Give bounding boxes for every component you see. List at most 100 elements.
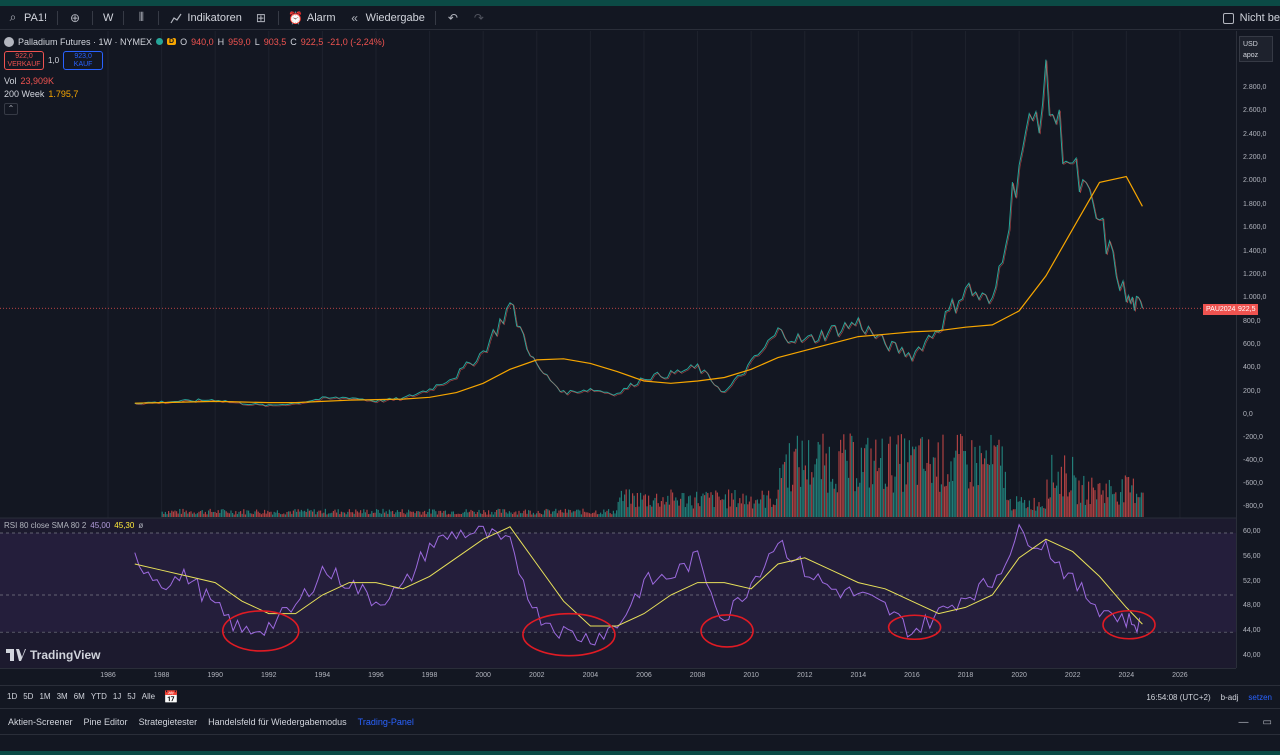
price-axis-label: 1.000,0 — [1243, 294, 1267, 302]
price-axis-label: 0,0 — [1243, 411, 1253, 418]
date-range-icon[interactable]: 📅 — [164, 690, 179, 704]
volume-bar — [462, 512, 464, 517]
bottom-tab[interactable]: Pine Editor — [82, 717, 137, 727]
rsi-axis-label: 56,00 — [1243, 552, 1261, 560]
volume-bar — [982, 464, 984, 517]
volume-bar — [833, 488, 835, 517]
volume-bar — [310, 510, 312, 517]
volume-bar — [414, 513, 416, 517]
volume-bar — [585, 512, 587, 517]
volume-bar — [587, 512, 589, 517]
set-link[interactable]: setzen — [1248, 693, 1272, 702]
range-button[interactable]: YTD — [88, 692, 110, 701]
volume-bar — [1086, 499, 1088, 517]
minimize-icon[interactable]: — — [1239, 717, 1249, 728]
volume-bar — [718, 496, 720, 517]
volume-bar — [519, 513, 522, 517]
replay-button[interactable]: « Wiedergabe — [342, 6, 431, 30]
volume-bar — [515, 511, 517, 517]
volume-bar — [547, 509, 549, 517]
volume-bar — [1023, 499, 1026, 517]
volume-bar — [355, 509, 357, 517]
templates-button[interactable]: ⊞ — [248, 6, 274, 30]
currency-selector[interactable]: USD apoz — [1239, 36, 1273, 62]
bottom-tab[interactable]: Strategietester — [137, 717, 207, 727]
volume-bar — [238, 511, 240, 517]
volume-bar — [899, 463, 901, 517]
collapse-legend-button[interactable]: ⌃ — [4, 103, 18, 115]
volume-bar — [655, 493, 658, 517]
alarm-button[interactable]: ⏰ Alarm — [283, 6, 342, 30]
redo-button[interactable]: ↷ — [466, 6, 492, 30]
volume-bar — [683, 493, 685, 517]
volume-bar — [777, 489, 779, 517]
volume-bar — [894, 476, 896, 517]
chart-type-button[interactable]: ⫴ — [128, 6, 154, 30]
price-axis-label: 2.800,0 — [1243, 84, 1267, 91]
volume-bar — [654, 497, 656, 517]
range-button[interactable]: 1D — [4, 692, 20, 701]
volume-bar — [1004, 471, 1006, 517]
volume-bar — [771, 506, 773, 517]
volume-bar — [596, 514, 598, 517]
volume-bar — [262, 513, 264, 517]
volume-bar — [233, 514, 235, 517]
main-chart[interactable] — [0, 31, 1236, 668]
volume-bar — [361, 513, 363, 517]
volume-bar — [334, 509, 336, 517]
rewind-icon: « — [351, 10, 358, 25]
symbol-search[interactable]: ⌕ PA1! — [0, 6, 53, 30]
range-button[interactable]: 1J — [110, 692, 124, 701]
volume-bar — [539, 513, 541, 517]
volume-bar — [347, 511, 349, 517]
buy-button[interactable]: 923,0 KAUF — [63, 51, 104, 70]
undo-button[interactable]: ↶ — [440, 6, 466, 30]
volume-bar — [161, 511, 163, 517]
volume-bar — [348, 509, 350, 517]
buy-price: 923,0 — [74, 53, 92, 60]
volume-bar — [209, 508, 211, 517]
volume-bar — [403, 513, 405, 517]
volume-bar — [689, 495, 691, 517]
price-axis[interactable]: 2.800,0 2.600,0 2.400,0 2.200,0 2.000,0 1.800… — [1236, 31, 1280, 668]
maximize-icon[interactable]: ▭ — [1263, 717, 1272, 728]
order-qty[interactable]: 1,0 — [48, 56, 59, 65]
range-button[interactable]: 1M — [36, 692, 53, 701]
year-label: 2006 — [636, 672, 652, 679]
checkbox[interactable] — [1222, 12, 1234, 24]
range-button[interactable]: 5D — [20, 692, 36, 701]
volume-bar — [991, 464, 994, 517]
volume-bar — [860, 447, 862, 517]
volume-bar — [318, 510, 320, 517]
compare-button[interactable]: ⊕ — [62, 6, 88, 30]
sell-button[interactable]: 922,0 VERKAUF — [4, 51, 44, 70]
year-label: 2020 — [1011, 672, 1027, 679]
volume-bar — [985, 450, 987, 517]
volume-bar — [425, 514, 427, 517]
volume-bar — [673, 500, 675, 517]
volume-bar — [1071, 456, 1074, 517]
range-button[interactable]: Alle — [139, 692, 158, 701]
volume-bar — [388, 509, 390, 517]
volume-bar — [375, 509, 378, 517]
range-button[interactable]: 6M — [71, 692, 88, 701]
bottom-tab[interactable]: Handelsfeld für Wiedergabemodus — [206, 717, 356, 727]
volume-bar — [420, 514, 422, 517]
adjust-toggle[interactable]: b-adj — [1221, 693, 1239, 702]
volume-bar — [788, 443, 790, 517]
interval-button[interactable]: W — [97, 6, 119, 30]
undo-icon: ↶ — [447, 10, 458, 25]
time-axis[interactable]: 1986 1988 1990 1992 1994 1996 1998 2000 2002 2004… — [0, 668, 1236, 685]
volume-bar — [1116, 501, 1118, 517]
bottom-tab[interactable]: Trading-Panel — [356, 717, 423, 727]
volume-bar — [772, 504, 774, 517]
toolbar-right-label: Nicht be — [1239, 12, 1280, 24]
price-axis-label: 2.600,0 — [1243, 107, 1267, 115]
range-button[interactable]: 3M — [54, 692, 71, 701]
volume-bar — [553, 511, 555, 517]
volume-bar — [747, 504, 749, 517]
indicators-button[interactable]: Indikatoren — [163, 6, 247, 30]
bottom-tab[interactable]: Aktien-Screener — [6, 717, 82, 727]
volume-bar — [798, 467, 800, 517]
range-button[interactable]: 5J — [124, 692, 138, 701]
